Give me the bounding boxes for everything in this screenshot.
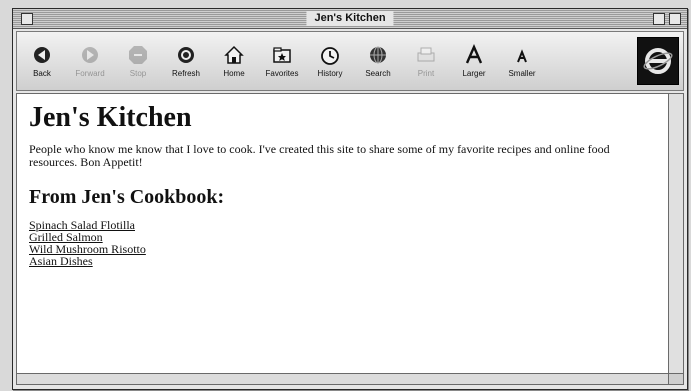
browser-window: Jen's Kitchen Back Forward Stop Refresh … (12, 8, 688, 390)
back-arrow-icon (31, 44, 53, 66)
favorites-button[interactable]: Favorites (259, 37, 305, 85)
smaller-text-button[interactable]: Smaller (499, 37, 545, 85)
larger-label: Larger (462, 69, 486, 78)
home-button[interactable]: Home (211, 37, 257, 85)
back-label: Back (33, 69, 51, 78)
history-label: History (317, 69, 343, 78)
vertical-scrollbar[interactable] (668, 93, 684, 377)
internet-explorer-logo-icon (637, 37, 679, 85)
recipe-list: Spinach Salad Flotilla Grilled Salmon Wi… (29, 219, 668, 267)
stop-label: Stop (129, 69, 147, 78)
horizontal-scrollbar[interactable] (16, 373, 669, 385)
refresh-icon (175, 44, 197, 66)
print-label: Print (417, 69, 435, 78)
cookbook-heading: From Jen's Cookbook: (29, 186, 225, 208)
page-heading: Jen's Kitchen (29, 102, 192, 133)
home-label: Home (223, 69, 245, 78)
home-icon (223, 44, 245, 66)
smaller-label: Smaller (508, 69, 536, 78)
page-intro: People who know me know that I love to c… (29, 142, 610, 169)
forward-label: Forward (75, 69, 105, 78)
history-icon (319, 44, 341, 66)
resize-grip[interactable] (668, 373, 684, 385)
search-label: Search (365, 69, 391, 78)
recipe-link[interactable]: Asian Dishes (29, 254, 93, 268)
close-box[interactable] (21, 13, 33, 25)
favorites-icon (271, 44, 293, 66)
title-bar[interactable]: Jen's Kitchen (13, 9, 687, 29)
toolbar: Back Forward Stop Refresh Home Favorites… (16, 31, 684, 91)
search-button[interactable]: Search (355, 37, 401, 85)
print-button[interactable]: Print (403, 37, 449, 85)
window-title: Jen's Kitchen (306, 11, 394, 26)
list-item: Spinach Salad Flotilla (29, 219, 668, 231)
forward-button[interactable]: Forward (67, 37, 113, 85)
back-button[interactable]: Back (19, 37, 65, 85)
forward-arrow-icon (79, 44, 101, 66)
larger-text-icon (463, 44, 485, 66)
favorites-label: Favorites (265, 69, 299, 78)
stop-icon (127, 44, 149, 66)
refresh-button[interactable]: Refresh (163, 37, 209, 85)
stop-button[interactable]: Stop (115, 37, 161, 85)
larger-text-button[interactable]: Larger (451, 37, 497, 85)
list-item: Wild Mushroom Risotto (29, 243, 668, 255)
smaller-text-icon (511, 44, 533, 66)
refresh-label: Refresh (171, 69, 200, 78)
collapse-box[interactable] (669, 13, 681, 25)
history-button[interactable]: History (307, 37, 353, 85)
page-content[interactable]: Jen's Kitchen People who know me know th… (16, 93, 669, 377)
search-icon (367, 44, 389, 66)
print-icon (415, 44, 437, 66)
zoom-box[interactable] (653, 13, 665, 25)
list-item: Asian Dishes (29, 255, 668, 267)
